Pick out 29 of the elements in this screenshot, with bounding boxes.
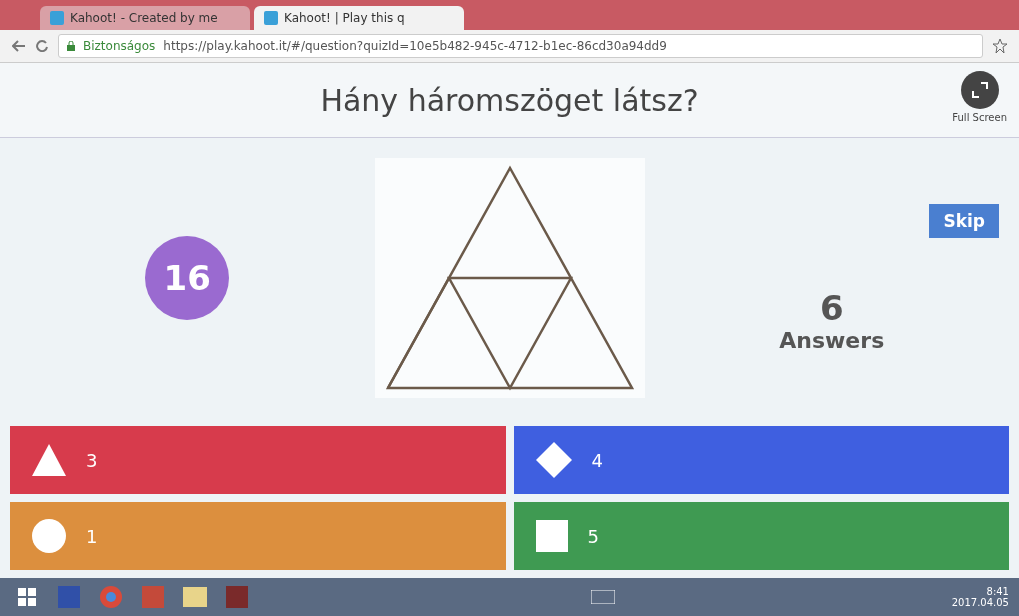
- circle-icon: [32, 519, 66, 553]
- question-title: Hány háromszöget látsz?: [320, 82, 699, 118]
- answer-option[interactable]: 3: [10, 426, 506, 494]
- address-bar[interactable]: Biztonságos https://play.kahoot.it/#/question?quizId=10e5b482-945c-4712-b1ec-86cd30a94dd9: [58, 34, 983, 58]
- security-label: Biztonságos: [83, 39, 156, 53]
- diamond-icon: [535, 442, 572, 478]
- answers-count: 6: [819, 287, 844, 328]
- url-text: https://play.kahoot.it/#/question?quizId=10e5b482-945c-4712-b1ec-86cd30a94dd9: [163, 39, 667, 53]
- lock-icon: [67, 41, 75, 51]
- back-arrow-icon[interactable]: [12, 40, 26, 52]
- favicon-icon: [50, 11, 64, 25]
- expand-icon: [971, 82, 988, 98]
- answer-option[interactable]: 5: [513, 502, 1009, 570]
- timer-circle: 16: [145, 236, 230, 320]
- skip-button[interactable]: Skip: [929, 203, 999, 238]
- browser-tab[interactable]: Kahoot! | Play this q: [254, 6, 464, 30]
- clock-date: 2017.04.05: [951, 597, 1009, 608]
- favicon-icon: [264, 11, 278, 25]
- answer-option[interactable]: 4: [513, 426, 1009, 494]
- answers-label: Answers: [779, 327, 885, 353]
- browser-tab[interactable]: Kahoot! - Created by me: [40, 6, 250, 30]
- full-screen-button[interactable]: [960, 71, 999, 109]
- full-screen-label: Full Screen: [952, 112, 1007, 123]
- star-icon[interactable]: [993, 39, 1007, 53]
- square-icon: [535, 520, 568, 552]
- triangle-icon: [32, 444, 66, 476]
- keyboard-icon[interactable]: [590, 590, 615, 604]
- clock-time: 8:41: [986, 586, 1009, 597]
- reload-icon[interactable]: [36, 40, 48, 52]
